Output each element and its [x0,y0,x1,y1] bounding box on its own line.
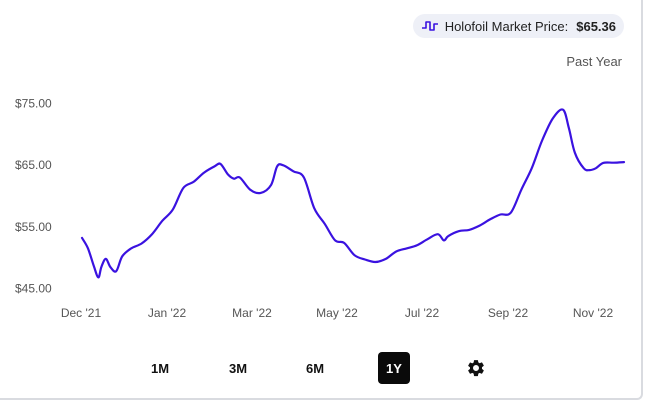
range-6m-button[interactable]: 6M [299,352,331,384]
y-axis: $45.00 $55.00 $65.00 $75.00 [15,97,52,296]
y-tick-label: $75.00 [15,97,52,111]
x-tick-label: Sep '22 [488,306,529,320]
y-tick-label: $65.00 [15,158,52,172]
x-tick-label: Mar '22 [232,306,272,320]
range-1y-button[interactable]: 1Y [378,352,410,384]
range-3m-button[interactable]: 3M [222,352,254,384]
gear-icon[interactable] [466,358,486,378]
x-axis: Dec '21 Jan '22 Mar '22 May '22 Jul '22 Sep '… [61,306,614,320]
x-tick-label: Dec '21 [61,306,102,320]
price-series-line [80,108,626,279]
x-tick-label: Nov '22 [573,306,614,320]
x-tick-label: Jul '22 [405,306,440,320]
y-tick-label: $55.00 [15,220,52,234]
y-tick-label: $45.00 [15,282,52,296]
range-controls: 1M 3M 6M 1Y [0,352,641,384]
price-history-card: Holofoil Market Price: $65.36 Past Year … [0,0,643,400]
range-1m-button[interactable]: 1M [144,352,176,384]
price-chart: $45.00 $55.00 $65.00 $75.00 Dec '21 Jan '22 M… [15,97,626,320]
x-tick-label: Jan '22 [148,306,187,320]
x-tick-label: May '22 [316,306,358,320]
